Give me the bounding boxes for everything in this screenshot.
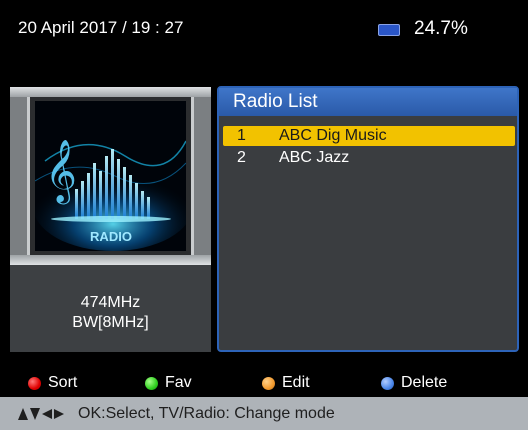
delete-key[interactable]: Delete [381, 374, 447, 392]
blue-key-icon [381, 376, 394, 390]
radio-list-item[interactable]: 2 ABC Jazz [223, 148, 515, 168]
edit-key[interactable]: Edit [262, 374, 310, 392]
radio-logo-text: RADIO [90, 229, 132, 244]
delete-label: Delete [401, 374, 448, 391]
channel-name: ABC Jazz [279, 149, 350, 166]
sort-label: Sort [48, 374, 78, 391]
color-key-legend: Sort Fav Edit Delete [0, 374, 528, 394]
battery-percent: 24.7% [414, 18, 468, 39]
footer-hint: OK:Select, TV/Radio: Change mode [78, 404, 335, 422]
radio-list-title: Radio List [219, 88, 517, 116]
battery-status: 24.7% [378, 18, 468, 40]
tv-frame: 𝄞 RADIO [27, 97, 194, 255]
edit-label: Edit [282, 374, 310, 391]
help-footer: OK:Select, TV/Radio: Change mode [0, 397, 528, 430]
red-key-icon [28, 376, 41, 390]
navigation-arrows-icon [18, 407, 68, 421]
radio-list-item[interactable]: 1 ABC Dig Music [223, 126, 515, 146]
svg-text:𝄞: 𝄞 [45, 139, 77, 205]
tv-frame-top [10, 87, 211, 97]
battery-icon [378, 24, 400, 36]
radio-artwork: 𝄞 RADIO [35, 101, 186, 251]
radio-list-panel: Radio List 1 ABC Dig Music 2 ABC Jazz [217, 86, 519, 352]
channel-number: 1 [237, 127, 246, 144]
channel-name: ABC Dig Music [279, 127, 387, 144]
channel-number: 2 [237, 149, 246, 166]
artwork-panel: 𝄞 RADIO [10, 87, 211, 265]
channel-info-panel: 474MHz BW[8MHz] [10, 265, 211, 352]
fav-label: Fav [165, 374, 192, 391]
tv-frame-bottom [10, 255, 211, 265]
orange-key-icon [262, 376, 275, 390]
green-key-icon [145, 376, 158, 390]
header-datetime: 20 April 2017 / 19 : 27 [18, 18, 184, 37]
sort-key[interactable]: Sort [28, 374, 77, 392]
bandwidth-label: BW[8MHz] [72, 313, 149, 331]
fav-key[interactable]: Fav [145, 374, 192, 392]
frequency-label: 474MHz [80, 293, 141, 311]
